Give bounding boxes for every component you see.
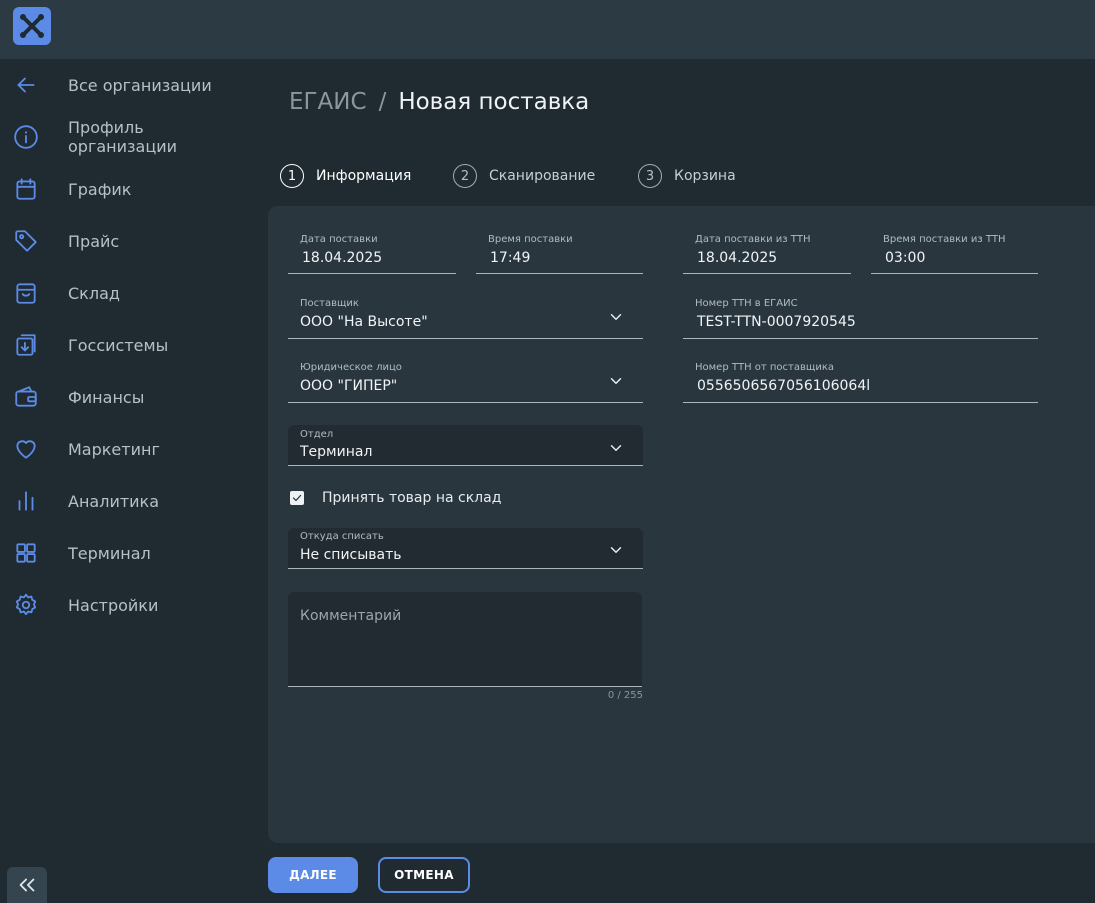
delivery-time-field[interactable]: Время поставки 17:49 <box>476 226 643 274</box>
sidebar-item-schedule[interactable]: График <box>0 167 250 211</box>
field-label: Поставщик <box>300 298 359 309</box>
field-value: 18.04.2025 <box>697 250 778 266</box>
sidebar: Все организации Профиль организации Граф… <box>0 59 250 903</box>
legal-entity-select[interactable]: Юридическое лицо ООО "ГИПЕР" <box>288 354 643 403</box>
field-value: Не списывать <box>300 547 402 563</box>
sidebar-item-organization-profile[interactable]: Профиль организации <box>0 115 250 159</box>
checkbox-checked-icon <box>290 491 304 505</box>
sidebar-item-marketing[interactable]: Маркетинг <box>0 427 250 471</box>
write-off-from-select[interactable]: Откуда списать Не списывать <box>288 528 643 569</box>
step-scanning[interactable]: 2 Сканирование <box>453 164 595 188</box>
field-label: Время поставки из ТТН <box>883 234 1006 245</box>
heart-icon <box>13 436 39 462</box>
field-value: 18.04.2025 <box>302 250 383 266</box>
department-select[interactable]: Отдел Терминал <box>288 425 643 466</box>
wallet-icon <box>13 384 39 410</box>
breadcrumb-separator: / <box>378 89 387 115</box>
sidebar-item-label: Настройки <box>68 595 159 615</box>
step-label: Корзина <box>674 168 736 184</box>
step-number: 1 <box>280 164 304 188</box>
step-cart[interactable]: 3 Корзина <box>638 164 736 188</box>
sidebar-item-terminal[interactable]: Терминал <box>0 531 250 575</box>
calendar-icon <box>13 176 39 202</box>
sidebar-item-label: Все организации <box>68 75 212 95</box>
field-label: Откуда списать <box>300 531 384 542</box>
field-value: ООО "ГИПЕР" <box>300 378 398 394</box>
next-button[interactable]: ДАЛЕЕ <box>268 857 358 893</box>
sidebar-item-label: Маркетинг <box>68 439 160 459</box>
import-icon <box>13 332 39 358</box>
field-value: Терминал <box>300 444 373 460</box>
egais-ttn-number-field[interactable]: Номер ТТН в ЕГАИС TEST-TTN-0007920545 <box>683 290 1038 339</box>
app-logo-icon[interactable] <box>13 7 51 45</box>
step-number: 3 <box>638 164 662 188</box>
accept-to-stock-checkbox[interactable]: Принять товар на склад <box>290 488 501 508</box>
chevron-down-icon <box>607 372 625 390</box>
field-label: Время поставки <box>488 234 573 245</box>
step-information[interactable]: 1 Информация <box>280 164 411 188</box>
sidebar-item-label: Финансы <box>68 387 145 407</box>
arrow-left-icon <box>13 72 39 98</box>
sidebar-item-label: График <box>68 179 132 199</box>
sidebar-item-warehouse[interactable]: Склад <box>0 271 250 315</box>
step-label: Информация <box>316 168 412 184</box>
comment-placeholder: Комментарий <box>300 608 402 624</box>
sidebar-item-gov-systems[interactable]: Госсистемы <box>0 323 250 367</box>
step-label: Сканирование <box>489 168 596 184</box>
breadcrumb-root-link[interactable]: ЕГАИС <box>289 89 367 115</box>
ttn-time-field[interactable]: Время поставки из ТТН 03:00 <box>871 226 1038 274</box>
sidebar-item-label: Профиль организации <box>68 118 178 156</box>
supplier-ttn-number-field[interactable]: Номер ТТН от поставщика 0556506567056106… <box>683 354 1038 403</box>
chevron-down-icon <box>607 439 625 457</box>
sidebar-item-label: Аналитика <box>68 491 160 511</box>
field-value: 03:00 <box>885 250 926 266</box>
top-bar <box>0 0 1095 59</box>
info-icon <box>13 124 39 150</box>
chevron-down-icon <box>607 308 625 326</box>
delivery-date-field[interactable]: Дата поставки 18.04.2025 <box>288 226 456 274</box>
sidebar-item-label: Терминал <box>68 543 151 563</box>
gear-icon <box>13 592 39 618</box>
field-label: Дата поставки из ТТН <box>695 234 811 245</box>
cancel-button[interactable]: ОТМЕНА <box>378 857 470 893</box>
field-value: ООО "На Высоте" <box>300 314 428 330</box>
sidebar-item-finance[interactable]: Финансы <box>0 375 250 419</box>
sidebar-item-settings[interactable]: Настройки <box>0 583 250 627</box>
grid-icon <box>13 540 39 566</box>
sidebar-item-all-organizations[interactable]: Все организации <box>0 63 250 107</box>
field-value: 17:49 <box>490 250 531 266</box>
step-number: 2 <box>453 164 477 188</box>
tag-icon <box>13 228 39 254</box>
field-label: Номер ТТН в ЕГАИС <box>695 298 798 309</box>
sidebar-item-label: Госсистемы <box>68 335 169 355</box>
field-label: Юридическое лицо <box>300 362 402 373</box>
field-label: Дата поставки <box>300 234 378 245</box>
bar-chart-icon <box>13 488 39 514</box>
checkbox-label: Принять товар на склад <box>322 490 502 506</box>
field-label: Номер ТТН от поставщика <box>695 362 834 373</box>
comment-char-counter: 0 / 255 <box>607 690 643 701</box>
box-icon <box>13 280 39 306</box>
chevron-down-icon <box>607 541 625 559</box>
comment-textarea[interactable]: Комментарий <box>288 592 642 687</box>
collapse-sidebar-button[interactable] <box>7 867 47 903</box>
supplier-select[interactable]: Поставщик ООО "На Высоте" <box>288 290 643 339</box>
field-value: 0556506567056106064l <box>697 378 871 394</box>
page-title: Новая поставка <box>398 89 590 115</box>
field-label: Отдел <box>300 429 334 440</box>
ttn-date-field[interactable]: Дата поставки из ТТН 18.04.2025 <box>683 226 851 274</box>
breadcrumb: ЕГАИС / Новая поставка <box>289 88 589 116</box>
double-chevron-left-icon <box>19 878 35 892</box>
sidebar-item-label: Прайс <box>68 231 120 251</box>
sidebar-item-price[interactable]: Прайс <box>0 219 250 263</box>
sidebar-item-label: Склад <box>68 283 120 303</box>
field-value: TEST-TTN-0007920545 <box>697 314 856 330</box>
sidebar-item-analytics[interactable]: Аналитика <box>0 479 250 523</box>
